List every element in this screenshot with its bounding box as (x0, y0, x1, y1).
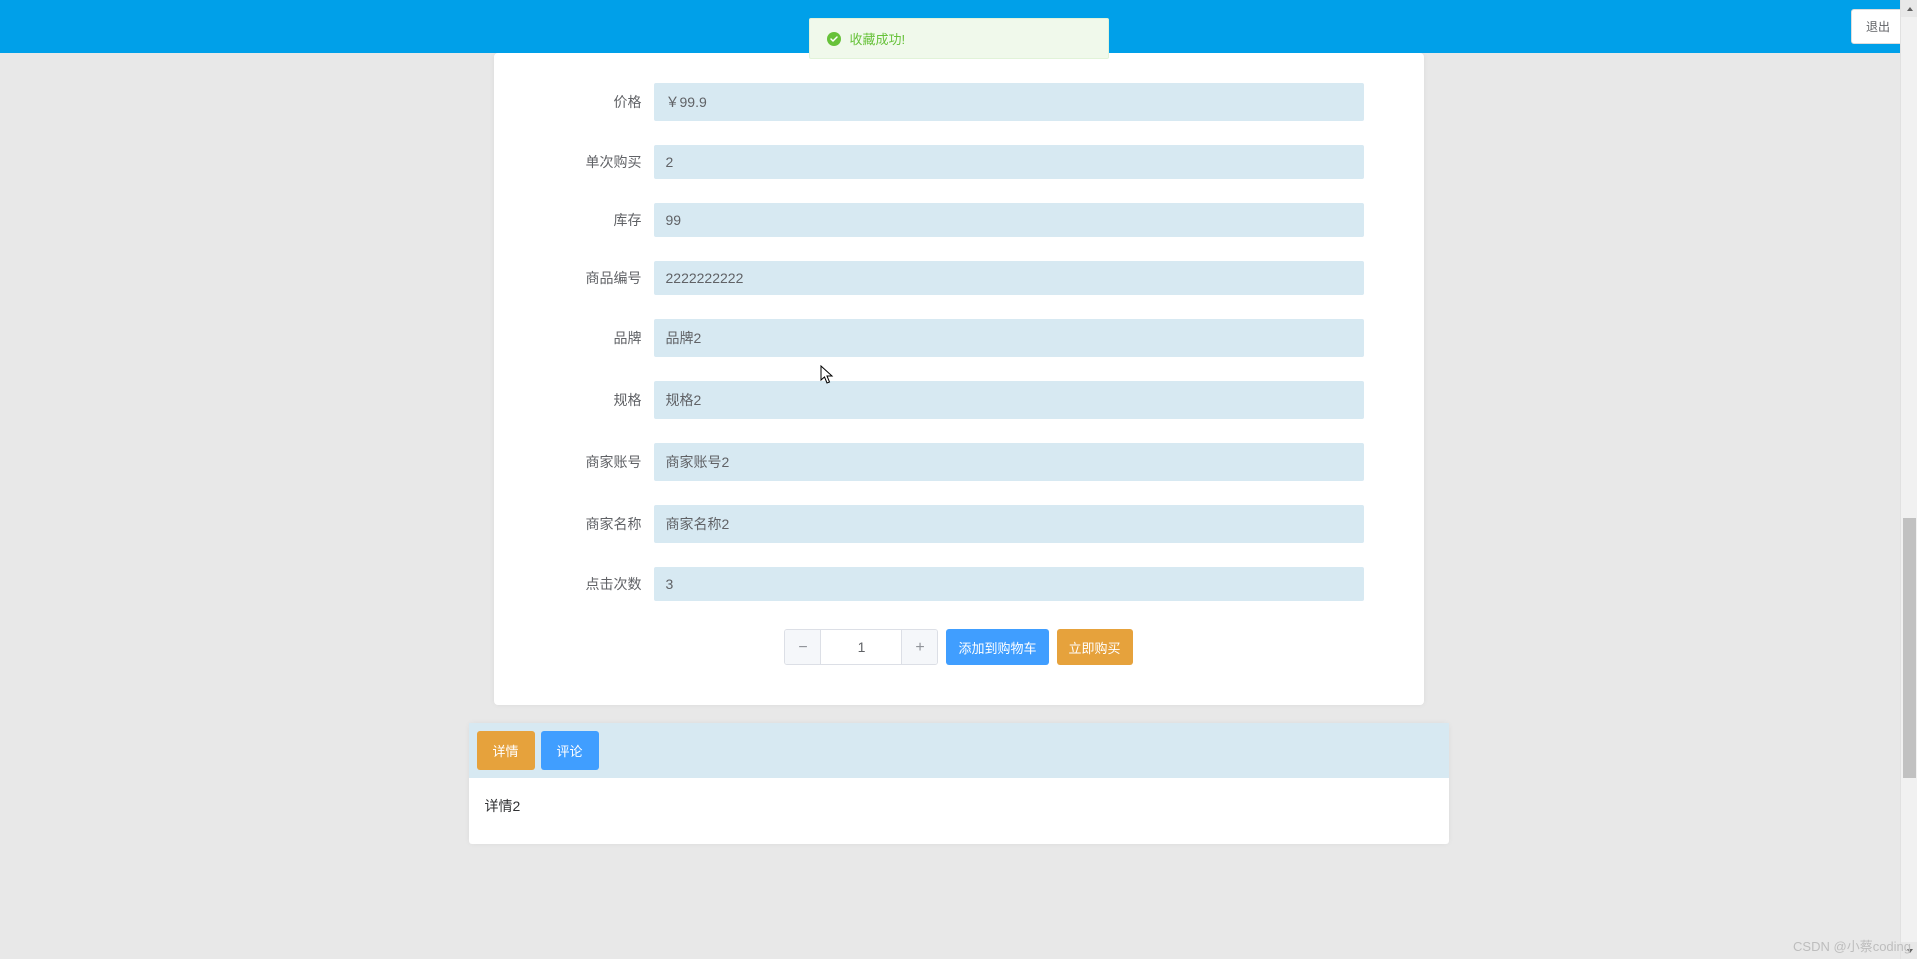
toast-success: 收藏成功! (809, 18, 1109, 59)
tab-header: 详情 评论 (469, 723, 1449, 778)
tab-detail-content: 详情2 (469, 778, 1449, 844)
label-single-buy: 单次购买 (554, 152, 654, 172)
scroll-down-button[interactable] (1901, 942, 1917, 959)
quantity-decrease-button[interactable]: − (785, 630, 821, 665)
chevron-up-icon (1905, 4, 1915, 14)
scroll-up-button[interactable] (1901, 0, 1917, 17)
label-price: 价格 (554, 92, 654, 112)
label-spec: 规格 (554, 390, 654, 410)
row-brand: 品牌 品牌2 (554, 319, 1364, 357)
vertical-scrollbar[interactable] (1900, 0, 1917, 959)
label-stock: 库存 (554, 210, 654, 230)
minus-icon: − (798, 639, 807, 657)
label-click-count: 点击次数 (554, 574, 654, 594)
label-product-id: 商品编号 (554, 268, 654, 288)
value-brand: 品牌2 (654, 319, 1364, 357)
row-single-buy: 单次购买 2 (554, 145, 1364, 179)
row-click-count: 点击次数 3 (554, 567, 1364, 601)
row-price: 价格 ￥99.9 (554, 83, 1364, 121)
value-single-buy: 2 (654, 145, 1364, 179)
buy-now-button[interactable]: 立即购买 (1057, 629, 1133, 665)
scrollbar-thumb[interactable] (1903, 518, 1916, 778)
value-click-count: 3 (654, 567, 1364, 601)
logout-button[interactable]: 退出 (1851, 9, 1905, 44)
row-stock: 库存 99 (554, 203, 1364, 237)
label-seller-name: 商家名称 (554, 514, 654, 534)
plus-icon: + (915, 639, 924, 657)
row-product-id: 商品编号 2222222222 (554, 261, 1364, 295)
add-to-cart-button[interactable]: 添加到购物车 (946, 629, 1048, 665)
chevron-down-icon (1905, 946, 1915, 956)
quantity-input[interactable] (821, 630, 901, 664)
value-seller-account: 商家账号2 (654, 443, 1364, 481)
tab-comment[interactable]: 评论 (541, 731, 599, 770)
value-price: ￥99.9 (654, 83, 1364, 121)
purchase-action-row: − + 添加到购物车 立即购买 (554, 629, 1364, 665)
tab-detail[interactable]: 详情 (477, 731, 535, 770)
product-detail-card: 价格 ￥99.9 单次购买 2 库存 99 商品编号 2222222222 品牌… (494, 53, 1424, 705)
toast-message: 收藏成功! (850, 29, 906, 48)
value-product-id: 2222222222 (654, 261, 1364, 295)
row-seller-account: 商家账号 商家账号2 (554, 443, 1364, 481)
detail-tabs-card: 详情 评论 详情2 (469, 723, 1449, 844)
quantity-increase-button[interactable]: + (901, 630, 937, 665)
row-seller-name: 商家名称 商家名称2 (554, 505, 1364, 543)
label-seller-account: 商家账号 (554, 452, 654, 472)
value-stock: 99 (654, 203, 1364, 237)
success-check-icon (826, 31, 842, 47)
value-seller-name: 商家名称2 (654, 505, 1364, 543)
quantity-stepper: − + (784, 629, 938, 665)
label-brand: 品牌 (554, 328, 654, 348)
value-spec: 规格2 (654, 381, 1364, 419)
page-scroll-area: 价格 ￥99.9 单次购买 2 库存 99 商品编号 2222222222 品牌… (0, 53, 1917, 959)
row-spec: 规格 规格2 (554, 381, 1364, 419)
